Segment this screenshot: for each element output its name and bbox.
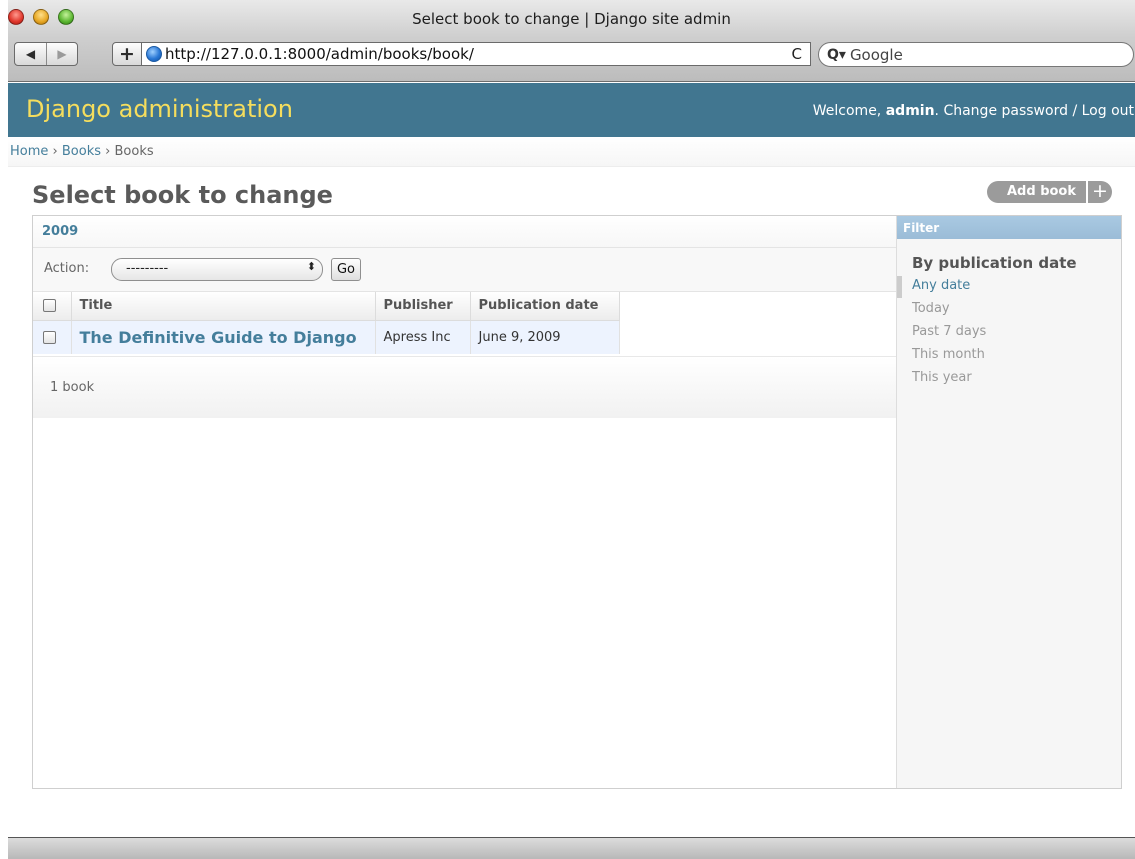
row-checkbox[interactable]	[43, 330, 56, 344]
browser-status-bar	[8, 837, 1135, 859]
publication-date-cell: June 9, 2009	[470, 320, 620, 354]
filter-option-any-date[interactable]: Any date	[897, 276, 1121, 301]
publisher-cell: Apress Inc	[375, 320, 471, 354]
plus-icon: +	[1088, 181, 1113, 203]
action-label: Action:	[44, 261, 90, 276]
column-header-publisher[interactable]: Publisher	[375, 292, 471, 321]
back-button[interactable]: ◀	[15, 43, 46, 65]
filter-option-this-month[interactable]: This month	[897, 347, 1121, 370]
action-selected-value: ---------	[126, 261, 169, 276]
select-arrows-icon: ⬍	[306, 260, 316, 273]
search-placeholder: Google	[849, 45, 903, 64]
changelist: 2009 Action: --------- ⬍ Go Title Publis…	[32, 215, 1122, 789]
filter-option-this-year[interactable]: This year	[897, 370, 1121, 393]
user-tools-separator: /	[1072, 103, 1078, 119]
back-arrow-icon: ◀	[25, 47, 36, 61]
search-icon: Q▾	[827, 46, 846, 63]
add-book-label: Add book	[987, 181, 1087, 203]
admin-header: Django administration Welcome, admin. Ch…	[8, 83, 1135, 137]
forward-arrow-icon: ▶	[57, 47, 67, 61]
action-select[interactable]: --------- ⬍	[111, 258, 323, 281]
filter-heading: Filter	[897, 216, 1121, 239]
filter-option-today[interactable]: Today	[897, 301, 1121, 324]
welcome-text: Welcome,	[812, 103, 882, 119]
forward-button[interactable]: ▶	[46, 43, 77, 65]
filter-options: Any date Today Past 7 days This month Th…	[897, 276, 1121, 393]
welcome-suffix: .	[934, 103, 939, 119]
filter-option-past-7-days[interactable]: Past 7 days	[897, 324, 1121, 347]
user-tools: Welcome, admin. Change password / Log ou…	[813, 103, 1134, 119]
breadcrumb: Home › Books › Books	[8, 137, 1135, 167]
table-row: The Definitive Guide to Django Apress In…	[33, 320, 620, 354]
changelist-main: 2009 Action: --------- ⬍ Go Title Publis…	[33, 216, 896, 788]
filter-sidebar: Filter By publication date Any date Toda…	[896, 216, 1121, 788]
column-header-title[interactable]: Title	[71, 292, 376, 321]
breadcrumb-home[interactable]: Home	[10, 144, 48, 159]
filter-section-title: By publication date	[912, 254, 1077, 272]
username: admin	[885, 103, 935, 119]
column-header-publication-date[interactable]: Publication date	[470, 292, 620, 321]
select-all-cell	[33, 292, 72, 321]
date-hierarchy-year[interactable]: 2009	[42, 224, 78, 239]
change-password-link[interactable]: Change password	[943, 103, 1068, 119]
date-hierarchy: 2009	[33, 216, 896, 248]
search-input[interactable]: Q▾ Google	[818, 42, 1134, 67]
nav-buttons: ◀ ▶	[14, 42, 78, 66]
add-book-button[interactable]: Add book +	[987, 181, 1113, 203]
window-title: Select book to change | Django site admi…	[412, 10, 731, 28]
actions-bar: Action: --------- ⬍ Go	[33, 248, 896, 292]
row-select-cell	[33, 320, 72, 354]
table-header-row: Title Publisher Publication date	[33, 292, 620, 321]
go-button[interactable]: Go	[331, 258, 361, 281]
title-cell: The Definitive Guide to Django	[71, 320, 376, 354]
select-all-checkbox[interactable]	[43, 299, 56, 313]
breadcrumb-app[interactable]: Books	[62, 144, 101, 159]
plus-icon: +	[119, 42, 135, 65]
book-title-link[interactable]: The Definitive Guide to Django	[80, 328, 357, 347]
logout-link[interactable]: Log out	[1082, 103, 1134, 119]
paginator: 1 book	[33, 356, 896, 418]
site-branding[interactable]: Django administration	[26, 95, 293, 123]
add-bookmark-button[interactable]: +	[112, 42, 142, 66]
browser-window: Select book to change | Django site admi…	[8, 0, 1135, 859]
page-title: Select book to change	[32, 181, 333, 209]
globe-icon	[146, 46, 162, 62]
url-text: http://127.0.0.1:8000/admin/books/book/	[165, 45, 474, 63]
browser-toolbar: Select book to change | Django site admi…	[8, 0, 1135, 82]
reload-icon[interactable]: C	[792, 45, 802, 63]
breadcrumb-separator: ›	[52, 144, 58, 159]
address-bar[interactable]: http://127.0.0.1:8000/admin/books/book/ …	[141, 42, 811, 66]
results-table: Title Publisher Publication date The Def…	[33, 292, 620, 354]
breadcrumb-current: Books	[114, 144, 154, 159]
breadcrumb-separator: ›	[105, 144, 111, 159]
